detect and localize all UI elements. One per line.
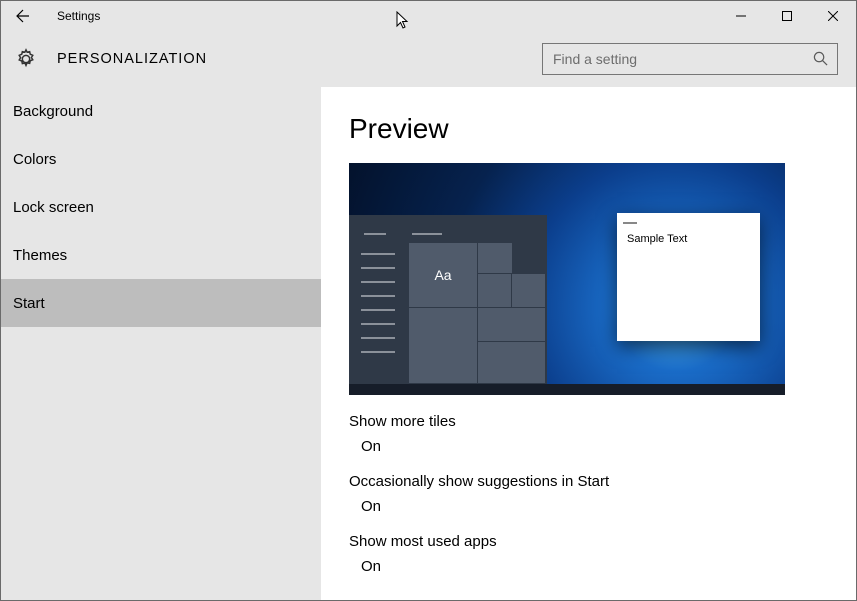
body-row: Background Colors Lock screen Themes Sta…: [1, 87, 856, 600]
preview-sample-window: Sample Text: [617, 213, 760, 341]
window-title: Settings: [45, 9, 100, 23]
sidebar-item-label: Lock screen: [13, 199, 94, 216]
setting-label: Show more tiles: [349, 413, 856, 430]
category-title: PERSONALIZATION: [57, 51, 207, 67]
toggle-state: On: [361, 498, 381, 515]
sidebar-item-background[interactable]: Background: [1, 87, 321, 135]
preview-start-panel: Aa: [349, 215, 547, 385]
search-container: [542, 43, 838, 75]
setting-show-more-tiles: Show more tiles On: [349, 413, 856, 455]
sidebar-item-label: Themes: [13, 247, 67, 264]
close-button[interactable]: [810, 1, 856, 31]
sidebar-item-start[interactable]: Start: [1, 279, 321, 327]
gear-icon: [15, 48, 37, 70]
arrow-left-icon: [15, 8, 31, 24]
setting-label: Show most used apps: [349, 533, 856, 550]
maximize-button[interactable]: [764, 1, 810, 31]
window-controls: [718, 1, 856, 31]
page-heading: Preview: [349, 113, 856, 145]
sidebar-item-label: Start: [13, 295, 45, 312]
back-button[interactable]: [1, 1, 45, 31]
sidebar: Background Colors Lock screen Themes Sta…: [1, 87, 321, 600]
close-icon: [828, 11, 838, 21]
search-input[interactable]: [542, 43, 838, 75]
titlebar: Settings: [1, 1, 856, 31]
preview-sample-text: Sample Text: [617, 229, 760, 245]
preview-image: Aa: [349, 163, 785, 395]
sidebar-item-themes[interactable]: Themes: [1, 231, 321, 279]
sidebar-item-label: Colors: [13, 151, 56, 168]
minimize-button[interactable]: [718, 1, 764, 31]
setting-most-used: Show most used apps On: [349, 533, 856, 575]
sidebar-item-lock-screen[interactable]: Lock screen: [1, 183, 321, 231]
setting-suggestions: Occasionally show suggestions in Start O…: [349, 473, 856, 515]
content-area: Preview: [321, 87, 856, 600]
setting-label: Occasionally show suggestions in Start: [349, 473, 856, 490]
minimize-icon: [736, 11, 746, 21]
sidebar-item-colors[interactable]: Colors: [1, 135, 321, 183]
header-row: PERSONALIZATION: [1, 31, 856, 87]
maximize-icon: [782, 11, 792, 21]
settings-window: Settings PERSONALIZATION Backg: [0, 0, 857, 601]
preview-taskbar: [349, 384, 785, 395]
preview-start-list: [349, 215, 409, 385]
preview-tile-area: Aa: [409, 215, 547, 385]
toggle-state: On: [361, 438, 381, 455]
tile-text: Aa: [434, 267, 451, 283]
sidebar-item-label: Background: [13, 103, 93, 120]
cursor-icon: [396, 11, 410, 31]
toggle-state: On: [361, 558, 381, 575]
preview-tile-large: Aa: [409, 243, 477, 307]
